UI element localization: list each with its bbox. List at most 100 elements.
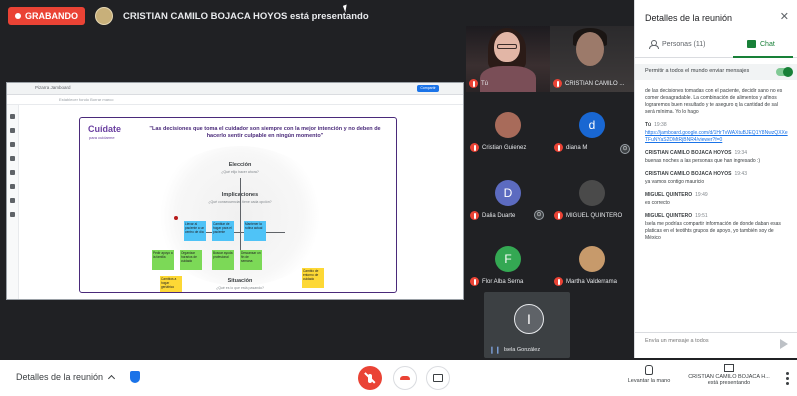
participant-name: Tú: [481, 80, 489, 87]
recording-badge: GRABANDO: [8, 7, 85, 25]
tab-chat-label: Chat: [760, 40, 775, 48]
bottom-bar: Detalles de la reunión Levantar la mano …: [0, 360, 797, 396]
tree-branch-line: [195, 232, 285, 233]
sticky-note-blue-2[interactable]: Cambiar de hogar para el paciente: [212, 221, 234, 241]
people-icon: [649, 40, 659, 49]
video-glasses: [497, 44, 517, 49]
raise-hand-label: Levantar la mano: [627, 378, 671, 384]
shield-icon[interactable]: [130, 371, 140, 383]
chat-time: 19:34: [734, 150, 747, 156]
pen-tool-icon[interactable]: [10, 114, 15, 119]
avatar: F: [495, 246, 521, 272]
active-speaker-tile[interactable]: I ❙❙ Isela González: [484, 292, 570, 358]
meeting-details-panel: Detalles de la reunión ✕ Personas (11) C…: [634, 0, 797, 358]
presenter-camera-tile[interactable]: CRISTIAN CAMILO ...: [550, 26, 634, 92]
chat-input[interactable]: [645, 338, 765, 344]
text-tool-icon[interactable]: [10, 198, 15, 203]
chat-message: Tú 19:38 https://jamboard.google.com/d/1H…: [645, 122, 788, 144]
chat-message: CRISTIAN CAMILO BOJACA HOYOS 19:43 ya vam…: [645, 171, 788, 186]
chat-permission-label: Permitir a todos el mundo enviar mensaje…: [645, 68, 750, 74]
tab-chat[interactable]: Chat: [747, 40, 775, 48]
board-headline: "Las decisiones que toma el cuidador son…: [149, 126, 381, 139]
sticky-note-blue-3[interactable]: Mantener la rutina actual: [244, 221, 266, 241]
raise-hand-icon: [645, 365, 653, 375]
more-options-icon[interactable]: [786, 372, 789, 387]
pin-participant-icon[interactable]: ⊙: [534, 210, 544, 220]
section-title-eleccion: Elección: [228, 162, 252, 168]
chat-sender: CRISTIAN CAMILO BOJACA HOYOS: [645, 171, 732, 177]
chat-message: MIGUEL QUINTERO 19:51 Isela me podrías co…: [645, 213, 788, 242]
sticky-note-yellow-2[interactable]: Cambio de entorno de cuidado: [302, 268, 324, 288]
chat-message-text: ya vamos contigo mauricio: [645, 179, 705, 185]
chat-message-text: buenas noches a las personas que han ing…: [645, 158, 761, 164]
chat-message-text: es correcto: [645, 200, 670, 206]
sticky-note-green-2[interactable]: Organizar horarios de cuidado: [180, 250, 202, 270]
camera-button[interactable]: [426, 366, 450, 390]
pin-participant-icon[interactable]: ⊙: [620, 144, 630, 154]
participant-name: CRISTIAN CAMILO ...: [565, 80, 625, 87]
jamboard-toolbar-hint: Establecer fondo Borrar marco: [59, 97, 114, 102]
presenting-sub: está presentando: [707, 380, 751, 386]
chat-sender: Tú: [645, 122, 652, 128]
shape-tool-icon[interactable]: [10, 184, 15, 189]
microphone-off-button[interactable]: [358, 366, 382, 390]
chat-message-text: Isela me podrías compartir información d…: [645, 221, 781, 241]
meeting-details-button[interactable]: Detalles de la reunión: [16, 372, 116, 383]
panel-tabs: Personas (11) Chat: [635, 34, 797, 58]
jamboard-toolbar: Establecer fondo Borrar marco: [7, 95, 463, 105]
eraser-tool-icon[interactable]: [10, 128, 15, 133]
chat-sender: MIGUEL QUINTERO: [645, 213, 693, 219]
tree-trunk-line: [240, 178, 241, 260]
presenting-status-button[interactable]: CRISTIAN CAMILO BOJACA H... está present…: [678, 364, 780, 386]
participant-tile[interactable]: F Flor Alba Serna: [466, 246, 550, 286]
chat-input-area: [635, 332, 797, 354]
chevron-up-icon: [108, 374, 116, 383]
pin-marker: [174, 216, 178, 220]
tab-people[interactable]: Personas (11): [649, 40, 706, 49]
participant-name: Dalia Duarte: [482, 212, 516, 219]
sticky-note-green-4[interactable]: Descansar un fin de semana: [240, 250, 262, 270]
mic-off-icon: [553, 79, 562, 88]
sticky-note-tool-icon[interactable]: [10, 156, 15, 161]
hang-up-button[interactable]: [393, 366, 417, 390]
select-tool-icon[interactable]: [10, 142, 15, 147]
present-screen-icon: [724, 364, 734, 372]
avatar: I: [514, 304, 544, 334]
section-desc-eleccion: ¿Qué elijo hacer ahora?: [221, 170, 259, 174]
send-icon[interactable]: [780, 339, 788, 349]
raise-hand-button[interactable]: Levantar la mano: [622, 365, 676, 384]
sticky-note-green-3[interactable]: Buscar ayuda profesional: [212, 250, 234, 270]
video-face: [576, 32, 604, 66]
chat-permission-setting: Permitir a todos el mundo enviar mensaje…: [635, 64, 797, 80]
avatar: [579, 180, 605, 206]
tab-people-label: Personas (11): [662, 40, 706, 48]
chat-message-text: de las decisiones tomadas con el pacient…: [645, 88, 783, 115]
sticky-note-blue-1[interactable]: Llevar al paciente a un centro de día: [184, 221, 206, 241]
image-tool-icon[interactable]: [10, 170, 15, 175]
mic-off-icon: [470, 211, 479, 220]
chat-icon: [747, 40, 756, 48]
sticky-note-green-1[interactable]: Pedir apoyo a la familia: [152, 250, 174, 270]
sticky-note-yellow-1[interactable]: Cambios a hogar geriátrico: [160, 276, 182, 292]
avatar: D: [495, 180, 521, 206]
meeting-details-label: Detalles de la reunión: [16, 372, 104, 382]
participant-name: Isela González: [503, 347, 541, 353]
chat-message-link[interactable]: https://jamboard.google.com/d/1HrTvWAXtu…: [645, 130, 788, 144]
jamboard-app-name: Pizarra Jamboard: [35, 85, 71, 90]
recording-label: GRABANDO: [25, 11, 78, 21]
chat-message: de las decisiones tomadas con el pacient…: [645, 88, 788, 116]
participant-tile[interactable]: MIGUEL QUINTERO: [550, 180, 634, 220]
close-icon[interactable]: ✕: [780, 10, 789, 23]
participant-name: MIGUEL QUINTERO: [566, 212, 623, 219]
section-desc-situacion: ¿Qué es lo que está pasando?: [216, 286, 264, 290]
presenter-camera-label: CRISTIAN CAMILO ...: [553, 79, 624, 88]
self-camera-tile[interactable]: Tú: [466, 26, 550, 92]
jamboard-share-button[interactable]: Compartir: [417, 85, 439, 92]
participant-name: Flor Alba Serna: [482, 278, 524, 285]
laser-tool-icon[interactable]: [10, 212, 15, 217]
participant-tile[interactable]: Cristian Guienez: [466, 112, 550, 152]
participant-tile[interactable]: Martha Valderrama: [550, 246, 634, 286]
chat-permission-toggle[interactable]: [776, 67, 793, 77]
participant-name: diana M: [566, 144, 588, 151]
jamboard-tool-rail: [7, 105, 19, 299]
